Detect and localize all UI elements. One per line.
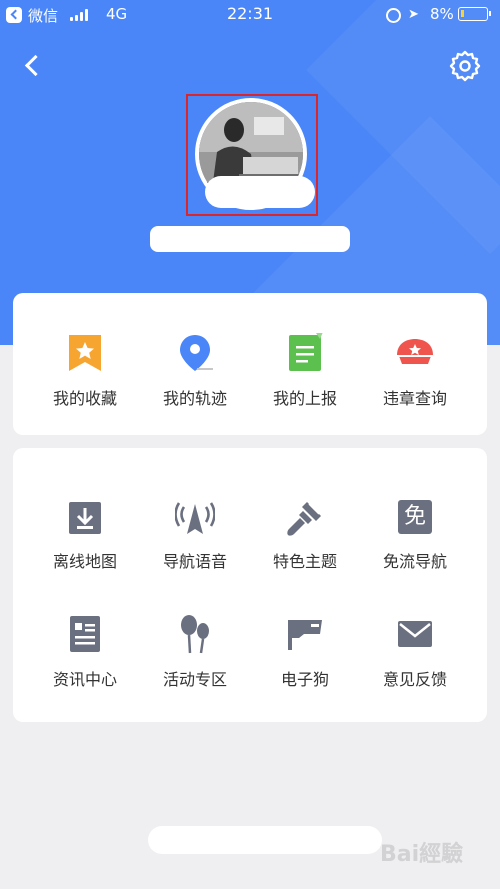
quick-item-violations[interactable]: 违章查询 [360, 293, 470, 435]
map-pin-icon [180, 335, 213, 371]
quick-item-favorites[interactable]: 我的收藏 [30, 293, 140, 435]
news-icon [70, 616, 100, 652]
tool-label: 特色主题 [272, 552, 337, 571]
tool-offline-map[interactable]: 离线地图 [30, 496, 140, 576]
tool-news-center[interactable]: 资讯中心 [30, 614, 140, 694]
redacted-username [150, 226, 350, 252]
report-note-icon [289, 333, 323, 371]
settings-button[interactable] [448, 49, 482, 83]
back-button[interactable] [18, 50, 48, 80]
tool-speed-camera[interactable]: 电子狗 [250, 614, 360, 694]
tools-card: 离线地图 导航语音 特色主题 免 免流导航 资讯中心 活动专区 电子狗 意见反馈 [13, 448, 487, 722]
redacted-footer [148, 826, 382, 854]
quick-item-label: 违章查询 [382, 389, 447, 408]
tool-events[interactable]: 活动专区 [140, 614, 250, 694]
envelope-icon [398, 621, 432, 647]
status-time: 22:31 [226, 4, 274, 23]
quick-item-track[interactable]: 我的轨迹 [140, 293, 250, 435]
tool-themes[interactable]: 特色主题 [250, 496, 360, 576]
balloons-icon [181, 615, 209, 654]
police-cap-icon [397, 339, 433, 364]
watermark: Bai經驗 [380, 842, 464, 867]
redacted-scribble [205, 176, 315, 208]
quick-item-label: 我的收藏 [52, 389, 117, 408]
rotation-lock-icon [386, 8, 401, 23]
tool-label: 活动专区 [162, 670, 227, 689]
download-icon [69, 502, 101, 534]
paint-brush-icon [287, 502, 321, 536]
tool-label: 电子狗 [280, 670, 329, 689]
battery-percent: 8% [430, 5, 454, 23]
navigation-broadcast-icon [175, 502, 215, 534]
gear-icon [449, 50, 481, 82]
bookmark-star-icon [69, 335, 101, 371]
battery-icon [458, 7, 491, 21]
tool-free-data-nav[interactable]: 免 免流导航 [360, 496, 470, 576]
quick-item-reports[interactable]: 我的上报 [250, 293, 360, 435]
quick-item-label: 我的上报 [272, 389, 337, 408]
tool-label: 离线地图 [52, 552, 117, 571]
status-bar: 微信 4G 22:31 ➤ 8% [0, 0, 500, 30]
tool-label: 免流导航 [382, 552, 447, 571]
quick-item-label: 我的轨迹 [162, 389, 227, 408]
location-arrow-icon: ➤ [408, 7, 419, 22]
tool-feedback[interactable]: 意见反馈 [360, 614, 470, 694]
tool-label: 意见反馈 [382, 670, 447, 689]
quick-access-card: 我的收藏 我的轨迹 我的上报 违章查询 [13, 293, 487, 435]
free-data-glyph: 免 [403, 504, 426, 529]
tool-label: 导航语音 [162, 552, 227, 571]
free-data-icon: 免 [398, 500, 432, 534]
tool-nav-voice[interactable]: 导航语音 [140, 496, 250, 576]
tool-label: 资讯中心 [52, 670, 117, 689]
speed-camera-icon [288, 620, 322, 650]
